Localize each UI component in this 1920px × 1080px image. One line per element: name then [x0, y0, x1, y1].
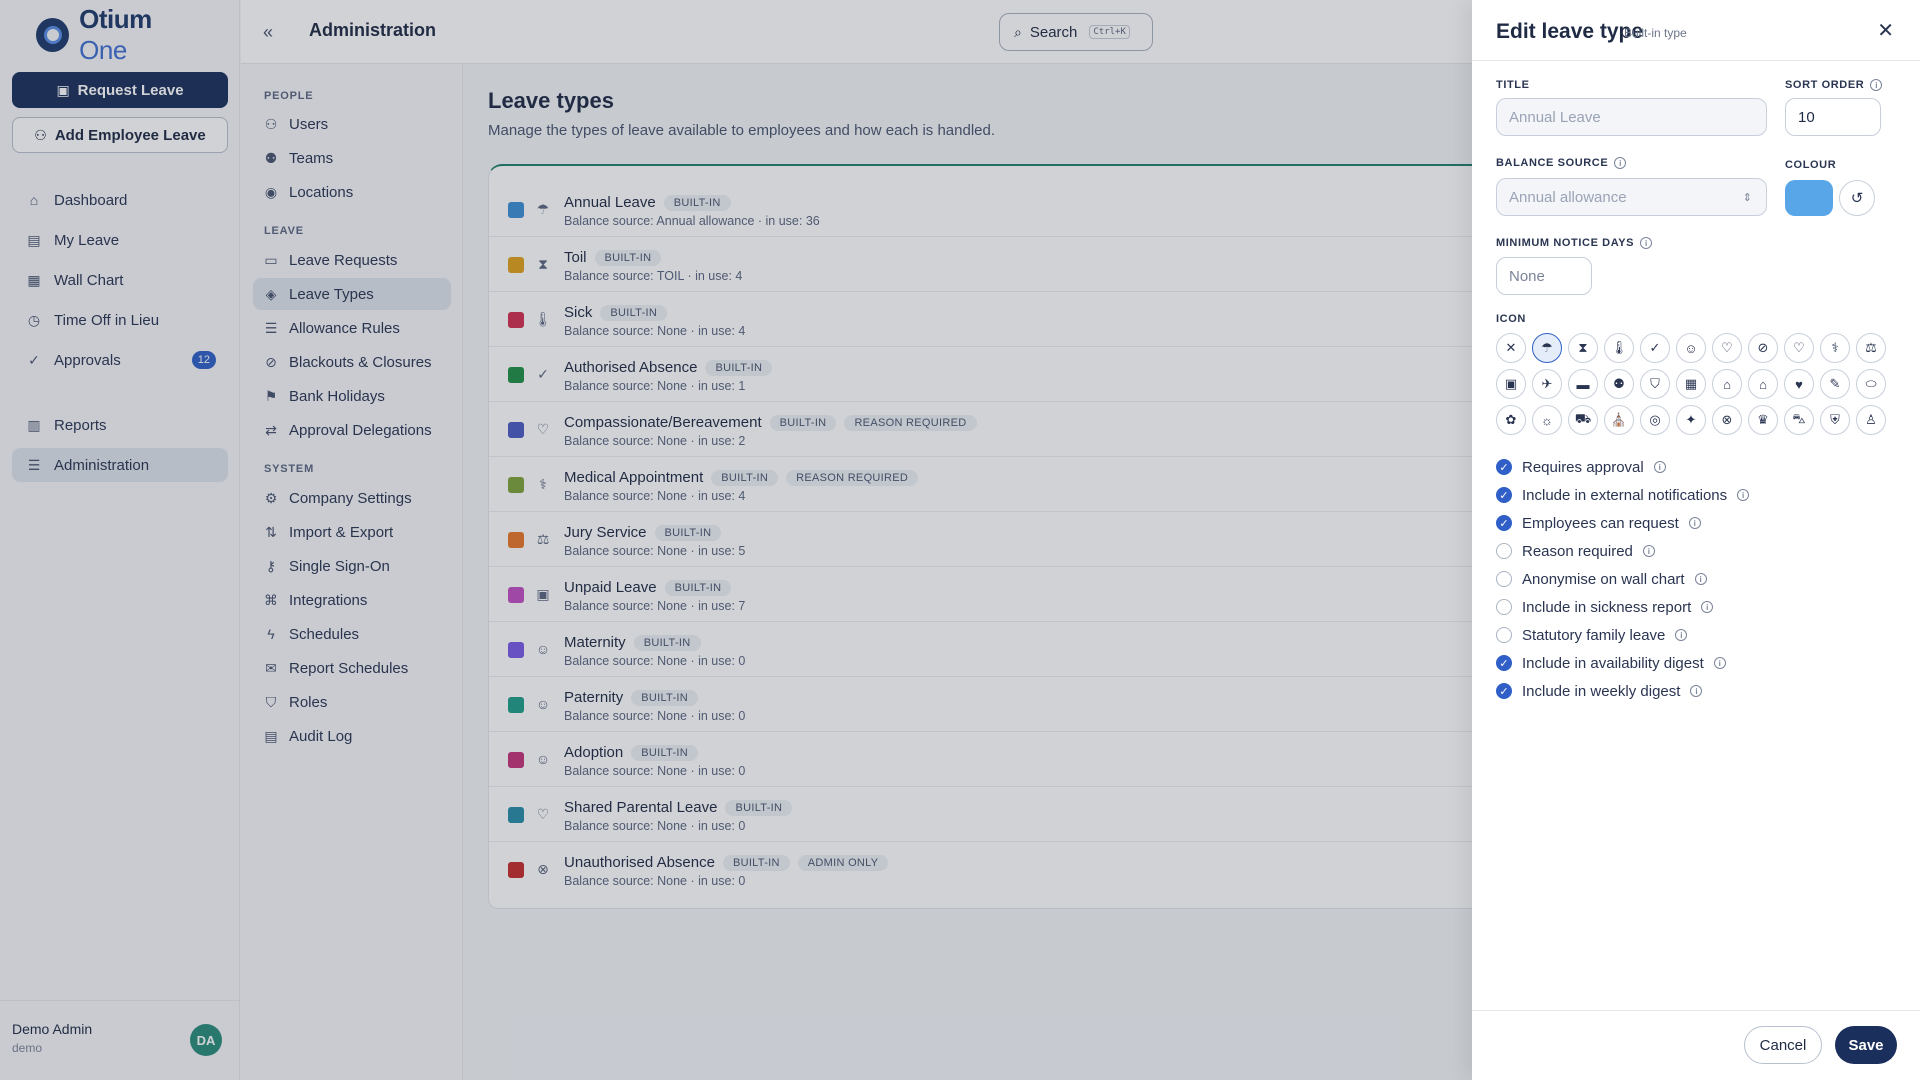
info-icon[interactable]: i [1688, 517, 1701, 529]
car-side-icon[interactable]: ⛍ [1784, 405, 1814, 435]
option-external-notifications[interactable]: ✓ Include in external notifications i [1496, 484, 1750, 506]
thermometer-icon[interactable]: 🌡 [1604, 333, 1634, 363]
info-icon[interactable]: i [1713, 657, 1726, 669]
flower-icon[interactable]: ✿ [1496, 405, 1526, 435]
icon-picker: ✕ ☂ ⧗ 🌡 ✓ ☺ ♡ ⊘ ♡ ⚕ ⚖ ▣ ✈ ▬ ⚉ ⛉ ▦ ⌂ ⌂ ♥ … [1496, 333, 1896, 435]
info-icon[interactable]: i [1614, 157, 1627, 169]
divider [1472, 1010, 1920, 1011]
heart-handshake-icon[interactable]: ♡ [1712, 333, 1742, 363]
info-icon[interactable]: i [1737, 489, 1750, 501]
no-icon-option[interactable]: ✕ [1496, 333, 1526, 363]
save-button[interactable]: Save [1835, 1026, 1897, 1064]
pencil-icon[interactable]: ✎ [1820, 369, 1850, 399]
checkbox[interactable] [1496, 571, 1512, 587]
home-icon[interactable]: ⌂ [1748, 369, 1778, 399]
person-icon[interactable]: ♙ [1856, 405, 1886, 435]
x-circle-icon[interactable]: ⊗ [1712, 405, 1742, 435]
plane-icon[interactable]: ✈ [1532, 369, 1562, 399]
umbrella-icon[interactable]: ☂ [1532, 333, 1562, 363]
graduation-cap-icon[interactable]: ⌂ [1712, 369, 1742, 399]
title-field-label: TITLE [1496, 79, 1530, 91]
shield-heart-icon[interactable]: ♥ [1784, 369, 1814, 399]
gift-icon[interactable]: ▦ [1676, 369, 1706, 399]
option-sickness-report[interactable]: Include in sickness report i [1496, 596, 1714, 618]
info-icon[interactable]: i [1694, 573, 1707, 585]
shield-check-icon[interactable]: ⛨ [1820, 405, 1850, 435]
checkbox[interactable] [1496, 627, 1512, 643]
church-icon[interactable]: ⛪ [1604, 405, 1634, 435]
calendar-icon[interactable]: ▣ [1496, 369, 1526, 399]
built-in-type-tag: Built-in type [1624, 26, 1687, 40]
compass-icon[interactable]: ◎ [1640, 405, 1670, 435]
info-icon[interactable]: i [1642, 545, 1655, 557]
option-reason-required[interactable]: Reason required i [1496, 540, 1655, 562]
sort-order-field[interactable]: 10 [1785, 98, 1881, 136]
option-statutory-family[interactable]: Statutory family leave i [1496, 624, 1688, 646]
info-icon[interactable]: i [1690, 685, 1703, 697]
colour-label: COLOUR [1785, 159, 1837, 171]
pill-icon[interactable]: ⬭ [1856, 369, 1886, 399]
info-icon[interactable]: i [1701, 601, 1714, 613]
checkbox[interactable] [1496, 543, 1512, 559]
edit-leave-type-panel: Edit leave type Built-in type ✕ TITLE An… [1472, 0, 1920, 1080]
shield-icon[interactable]: ⛉ [1640, 369, 1670, 399]
checkbox[interactable]: ✓ [1496, 655, 1512, 671]
checkbox[interactable]: ✓ [1496, 683, 1512, 699]
balance-source-label: BALANCE SOURCE i [1496, 157, 1627, 169]
info-icon[interactable]: i [1870, 79, 1883, 91]
min-notice-field[interactable]: None [1496, 257, 1592, 295]
divider [1472, 60, 1920, 61]
car-icon[interactable]: ⛟ [1568, 405, 1598, 435]
title-field[interactable]: Annual Leave [1496, 98, 1767, 136]
checkbox[interactable]: ✓ [1496, 515, 1512, 531]
info-icon[interactable]: i [1640, 237, 1653, 249]
option-availability-digest[interactable]: ✓ Include in availability digest i [1496, 652, 1726, 674]
trophy-icon[interactable]: ♛ [1748, 405, 1778, 435]
bed-icon[interactable]: ▬ [1568, 369, 1598, 399]
option-anonymise[interactable]: Anonymise on wall chart i [1496, 568, 1707, 590]
cancel-button[interactable]: Cancel [1744, 1026, 1822, 1064]
option-weekly-digest[interactable]: ✓ Include in weekly digest i [1496, 680, 1703, 702]
checkbox[interactable]: ✓ [1496, 459, 1512, 475]
reset-colour-icon[interactable]: ↺ [1839, 180, 1875, 216]
min-notice-label: MINIMUM NOTICE DAYS i [1496, 237, 1653, 249]
checkbox[interactable]: ✓ [1496, 487, 1512, 503]
scales-icon[interactable]: ⚖ [1856, 333, 1886, 363]
icon-label: ICON [1496, 313, 1526, 325]
chevron-up-down-icon: ⇕ [1742, 191, 1752, 204]
baby-icon[interactable]: ☺ [1676, 333, 1706, 363]
hourglass-icon[interactable]: ⧗ [1568, 333, 1598, 363]
check-circle-icon[interactable]: ✓ [1640, 333, 1670, 363]
users-icon[interactable]: ⚉ [1604, 369, 1634, 399]
checkbox[interactable] [1496, 599, 1512, 615]
stethoscope-icon[interactable]: ⚕ [1820, 333, 1850, 363]
heart-icon[interactable]: ♡ [1784, 333, 1814, 363]
party-icon[interactable]: ✦ [1676, 405, 1706, 435]
close-icon[interactable]: ✕ [1877, 18, 1894, 43]
info-icon[interactable]: i [1653, 461, 1666, 473]
option-requires-approval[interactable]: ✓ Requires approval i [1496, 456, 1666, 478]
modal-backdrop[interactable] [0, 0, 1472, 1080]
colour-picker[interactable] [1785, 180, 1833, 216]
ban-icon[interactable]: ⊘ [1748, 333, 1778, 363]
balance-source-select[interactable]: Annual allowance ⇕ [1496, 178, 1767, 216]
panel-title: Edit leave type [1496, 20, 1644, 43]
sort-order-label: SORT ORDER i [1785, 79, 1883, 91]
option-employees-can-request[interactable]: ✓ Employees can request i [1496, 512, 1701, 534]
sun-icon[interactable]: ☼ [1532, 405, 1562, 435]
info-icon[interactable]: i [1675, 629, 1688, 641]
